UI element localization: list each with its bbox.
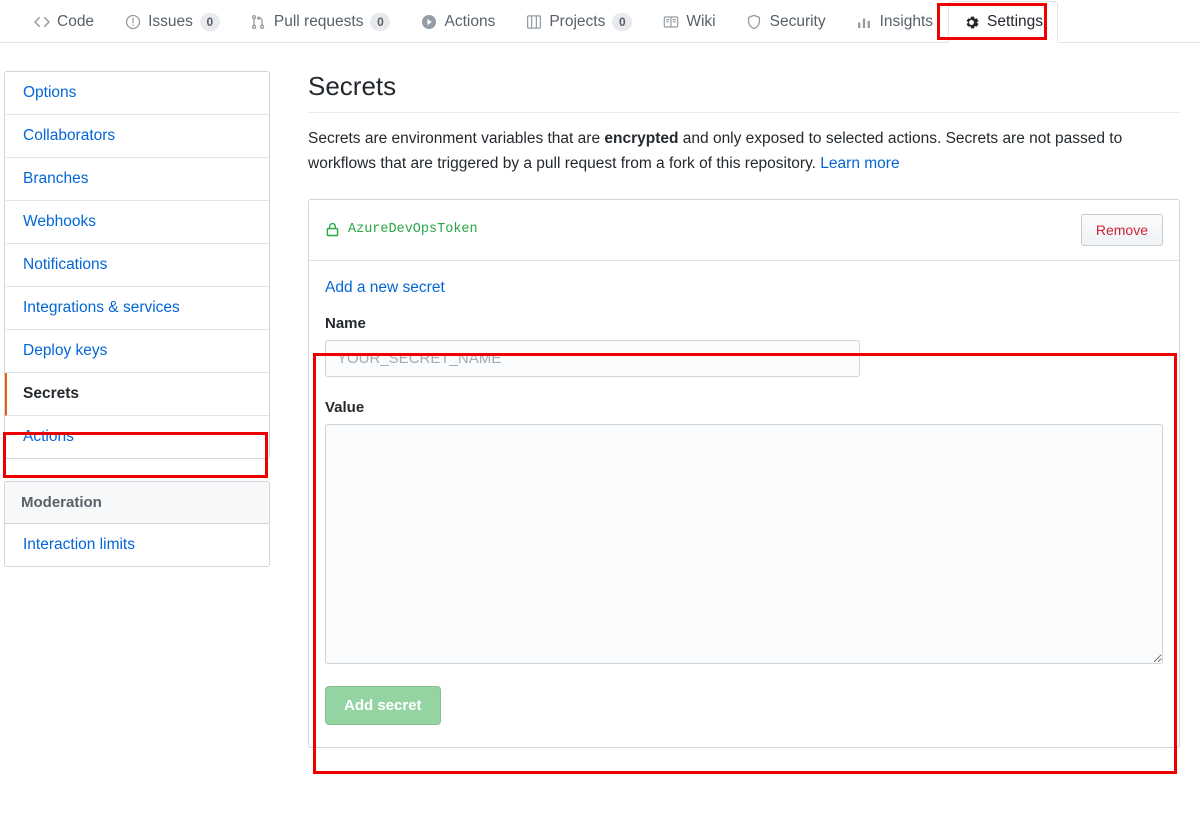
learn-more-link[interactable]: Learn more xyxy=(820,155,899,172)
lock-icon xyxy=(325,222,340,237)
sidebar-item-label: Branches xyxy=(23,170,89,187)
nav-tab-label: Projects xyxy=(549,13,606,30)
pull-request-icon xyxy=(250,14,267,31)
remove-secret-button[interactable]: Remove xyxy=(1080,213,1163,247)
secret-value-textarea[interactable] xyxy=(325,424,1163,665)
sidebar-item-branches[interactable]: Branches xyxy=(5,158,269,201)
sidebar-item-label: Deploy keys xyxy=(23,342,108,359)
add-secret-button[interactable]: Add secret xyxy=(325,686,441,726)
secret-name-input[interactable] xyxy=(325,340,860,378)
sidebar-item-label: Options xyxy=(23,84,77,101)
nav-tab-insights[interactable]: Insights xyxy=(841,1,948,42)
graph-icon xyxy=(856,14,873,31)
settings-main-content: Secrets Secrets are environment variable… xyxy=(270,71,1180,749)
code-icon xyxy=(33,14,50,31)
sidebar-item-actions[interactable]: Actions xyxy=(5,416,269,458)
secret-list-item: AzureDevOpsToken Remove xyxy=(309,200,1179,262)
sidebar-item-label: Secrets xyxy=(23,385,80,402)
nav-tab-label: Security xyxy=(769,13,826,30)
sidebar-item-deploy-keys[interactable]: Deploy keys xyxy=(5,330,269,373)
nav-tab-label: Insights xyxy=(879,13,934,30)
gear-icon xyxy=(963,14,980,31)
sidebar-item-label: Webhooks xyxy=(23,213,96,230)
nav-tab-label: Issues xyxy=(148,13,193,30)
issues-count: 0 xyxy=(199,13,220,31)
settings-menu-moderation: Moderation Interaction limits xyxy=(4,481,270,567)
settings-menu-primary: Options Collaborators Branches Webhooks … xyxy=(4,71,270,459)
nav-tab-security[interactable]: Security xyxy=(731,1,841,42)
menu-heading-moderation: Moderation xyxy=(5,482,269,524)
settings-sidebar: Options Collaborators Branches Webhooks … xyxy=(0,71,270,567)
repository-nav: Code Issues 0 Pull requests 0 Actions Pr… xyxy=(0,0,1200,43)
value-field-label: Value xyxy=(325,399,365,417)
sidebar-item-webhooks[interactable]: Webhooks xyxy=(5,201,269,244)
nav-tab-pull-requests[interactable]: Pull requests 0 xyxy=(235,1,406,42)
secrets-panel: AzureDevOpsToken Remove Add a new secret… xyxy=(308,198,1180,749)
sidebar-item-label: Actions xyxy=(23,428,74,445)
sidebar-item-options[interactable]: Options xyxy=(5,72,269,115)
description-part-1: Secrets are environment variables that a… xyxy=(308,130,605,147)
nav-tab-issues[interactable]: Issues 0 xyxy=(109,1,235,42)
shield-icon xyxy=(746,14,763,31)
sidebar-item-integrations-and-services[interactable]: Integrations & services xyxy=(5,287,269,330)
project-icon xyxy=(525,14,542,31)
nav-tab-label: Actions xyxy=(444,13,496,30)
page-body: Options Collaborators Branches Webhooks … xyxy=(0,43,1200,774)
play-icon xyxy=(420,14,437,31)
sidebar-item-label: Collaborators xyxy=(23,127,116,144)
page-title: Secrets xyxy=(308,71,1180,113)
add-a-new-secret-link[interactable]: Add a new secret xyxy=(325,279,445,297)
secret-name-group: AzureDevOpsToken xyxy=(325,222,478,237)
nav-tab-settings[interactable]: Settings xyxy=(948,1,1059,43)
nav-tab-label: Pull requests xyxy=(273,13,364,30)
sidebar-item-label: Interaction limits xyxy=(23,536,135,553)
nav-tab-code[interactable]: Code xyxy=(18,1,109,42)
sidebar-item-collaborators[interactable]: Collaborators xyxy=(5,115,269,158)
nav-tab-projects[interactable]: Projects 0 xyxy=(510,1,647,42)
sidebar-item-label: Integrations & services xyxy=(23,299,180,316)
description-emphasis: encrypted xyxy=(604,130,679,147)
pull-requests-count: 0 xyxy=(370,13,391,31)
name-field-label: Name xyxy=(325,315,366,333)
nav-tab-label: Wiki xyxy=(686,13,716,30)
issue-icon xyxy=(124,14,141,31)
sidebar-item-secrets[interactable]: Secrets xyxy=(5,373,269,416)
secrets-description: Secrets are environment variables that a… xyxy=(308,127,1180,177)
nav-tab-wiki[interactable]: Wiki xyxy=(647,1,730,42)
nav-tab-label: Settings xyxy=(987,13,1044,30)
secret-name-label: AzureDevOpsToken xyxy=(348,222,478,238)
nav-tab-label: Code xyxy=(57,13,95,30)
projects-count: 0 xyxy=(612,13,633,31)
nav-tab-actions[interactable]: Actions xyxy=(405,1,510,42)
sidebar-item-notifications[interactable]: Notifications xyxy=(5,244,269,287)
book-icon xyxy=(662,14,679,31)
sidebar-item-interaction-limits[interactable]: Interaction limits xyxy=(5,524,269,566)
add-secret-form: Add a new secret Name Value Add secret xyxy=(309,261,1179,747)
sidebar-item-label: Notifications xyxy=(23,256,108,273)
